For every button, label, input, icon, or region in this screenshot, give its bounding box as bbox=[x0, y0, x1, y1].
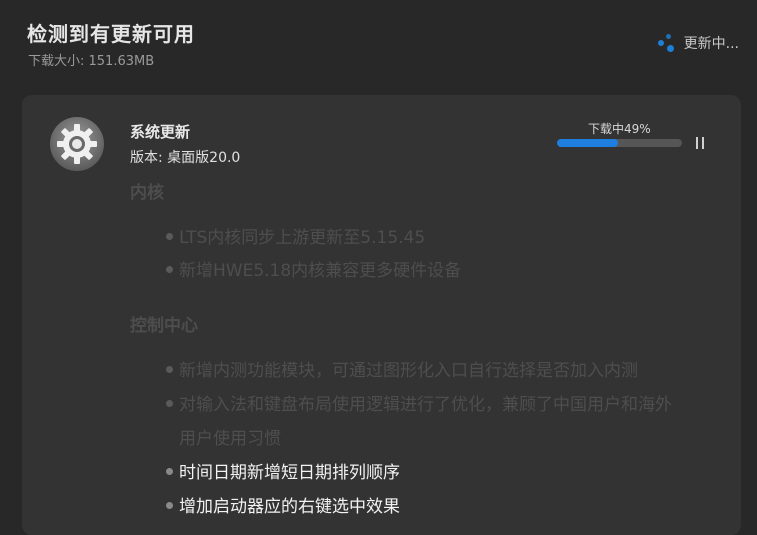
bullet-icon bbox=[166, 467, 173, 475]
progress-bar bbox=[557, 139, 682, 147]
pause-button[interactable] bbox=[693, 135, 707, 151]
update-status: 更新中... bbox=[657, 33, 739, 53]
section-title-control-center: 控制中心 bbox=[130, 316, 198, 336]
list-item-continuation: 用户使用习惯 bbox=[179, 429, 281, 449]
gear-icon bbox=[50, 117, 104, 171]
update-card: 系统更新 版本: 桌面版20.0 下载中49% 内核 LTS内核同步上游更新至5… bbox=[22, 95, 741, 535]
list-item: 时间日期新增短日期排列顺序 bbox=[166, 456, 726, 490]
progress-label: 下载中49% bbox=[588, 122, 651, 136]
list-item: 增加启动器应的右键选中效果 bbox=[166, 490, 726, 524]
header-title: 检测到有更新可用 bbox=[27, 22, 195, 46]
package-name: 系统更新 bbox=[130, 123, 191, 141]
bullet-icon bbox=[166, 265, 173, 273]
bullet-icon bbox=[166, 232, 173, 240]
bullet-icon bbox=[166, 399, 173, 407]
bullet-icon bbox=[166, 501, 173, 509]
list-item: 对输入法和键盘布局使用逻辑进行了优化，兼顾了中国用户和海外 bbox=[166, 388, 726, 422]
download-size: 下载大小: 151.63MB bbox=[28, 54, 155, 69]
package-version: 版本: 桌面版20.0 bbox=[130, 150, 241, 166]
loading-spinner-icon bbox=[657, 34, 676, 52]
bullet-icon bbox=[166, 365, 173, 373]
list-item: 新增内测功能模块，可通过图形化入口自行选择是否加入内测 bbox=[166, 354, 726, 388]
list-item: LTS内核同步上游更新至5.15.45 bbox=[166, 221, 726, 255]
progress-fill bbox=[557, 139, 619, 147]
update-status-label: 更新中... bbox=[683, 36, 739, 52]
section-title-kernel: 内核 bbox=[130, 183, 164, 203]
list-item: 新增HWE5.18内核兼容更多硬件设备 bbox=[166, 254, 726, 288]
